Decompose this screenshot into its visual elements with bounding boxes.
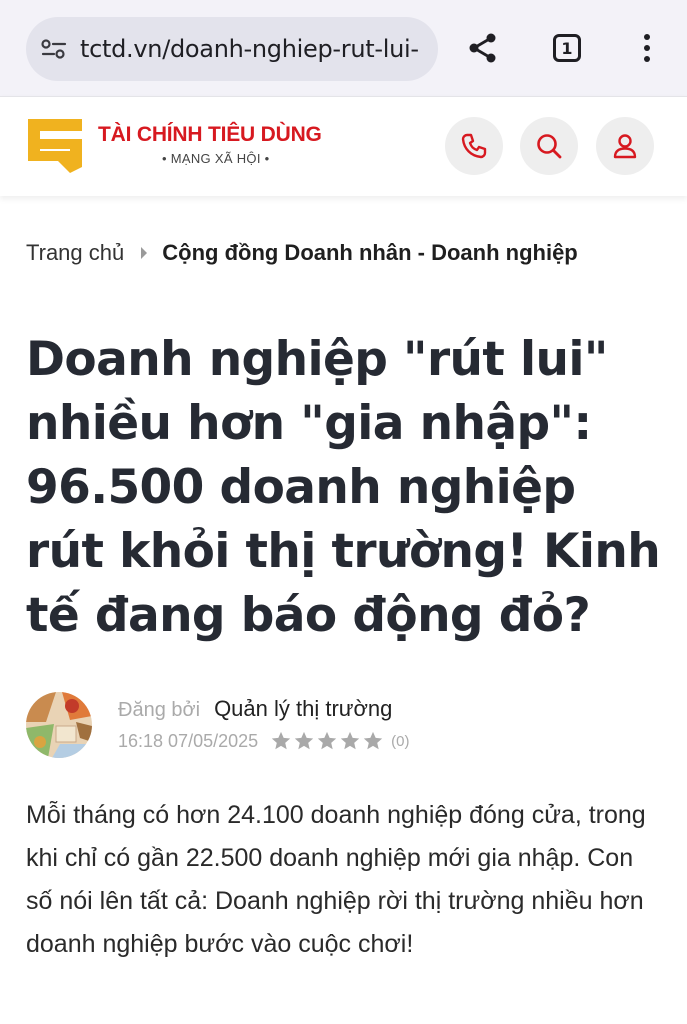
author-line: Đăng bởi Quản lý thị trường (118, 696, 392, 722)
breadcrumb-category-link[interactable]: Cộng đồng Doanh nhân - Doanh nghiệp (162, 240, 578, 266)
publish-datetime: 16:18 07/05/2025 (118, 730, 259, 751)
site-logo[interactable]: TÀI CHÍNH TIÊU DÙNG • MẠNG XÃ HỘI • (24, 117, 334, 175)
star-icon[interactable] (339, 730, 361, 752)
url-text[interactable]: tctd.vn/doanh-nghiep-rut-lui- (80, 35, 419, 63)
tab-switcher-icon: 1 (553, 34, 581, 62)
star-icon[interactable] (316, 730, 338, 752)
logo-subtitle: • MẠNG XÃ HỘI • (162, 151, 270, 166)
share-icon (469, 33, 496, 63)
hotline-button[interactable] (445, 117, 503, 175)
article-summary: Mỗi tháng có hơn 24.100 doanh nghiệp đón… (26, 801, 646, 958)
star-icon[interactable] (270, 730, 292, 752)
posted-by-label: Đăng bởi (118, 699, 201, 721)
star-icon[interactable] (362, 730, 384, 752)
rating-count: (0) (391, 732, 410, 750)
phone-icon (461, 133, 487, 159)
search-button[interactable] (520, 117, 578, 175)
search-icon (537, 134, 562, 159)
author-avatar[interactable] (26, 692, 92, 758)
article-title: Doanh nghiệp "rút lui" nhiều hơn "gia nh… (26, 332, 661, 643)
post-meta: 16:18 07/05/2025 (0) (118, 730, 409, 752)
user-icon (613, 134, 637, 159)
share-button[interactable] (459, 24, 507, 72)
breadcrumb: Trang chủ Cộng đồng Doanh nhân - Doanh n… (26, 240, 578, 266)
rating-stars[interactable] (270, 730, 385, 752)
menu-button[interactable] (623, 24, 671, 72)
browser-toolbar: tctd.vn/doanh-nghiep-rut-lui- 1 (0, 0, 687, 96)
logo-mark-icon (28, 119, 82, 173)
account-button[interactable] (596, 117, 654, 175)
author-name[interactable]: Quản lý thị trường (214, 696, 392, 722)
chevron-right-icon (140, 247, 148, 259)
tab-switcher-button[interactable]: 1 (543, 24, 591, 72)
site-info-icon[interactable] (40, 35, 68, 63)
site-header: TÀI CHÍNH TIÊU DÙNG • MẠNG XÃ HỘI • (0, 96, 687, 196)
breadcrumb-home-link[interactable]: Trang chủ (26, 240, 124, 266)
address-bar[interactable]: tctd.vn/doanh-nghiep-rut-lui- (26, 17, 438, 81)
logo-title: TÀI CHÍNH TIÊU DÙNG (98, 123, 322, 146)
star-icon[interactable] (293, 730, 315, 752)
kebab-menu-icon (644, 34, 650, 62)
